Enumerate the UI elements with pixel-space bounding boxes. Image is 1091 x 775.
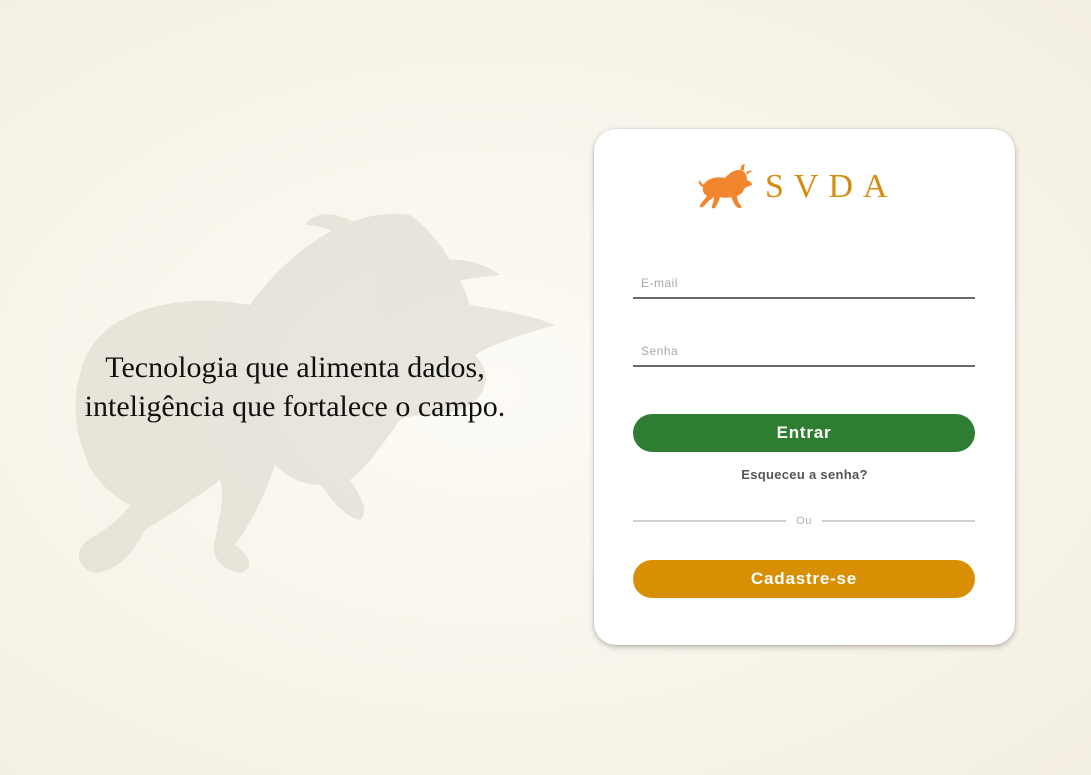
tagline-line-1: Tecnologia que alimenta dados,: [105, 351, 485, 384]
tagline-line-2: inteligência que fortalece o campo.: [84, 390, 506, 423]
divider-label: Ou: [796, 515, 812, 527]
password-field[interactable]: [633, 337, 975, 367]
email-field[interactable]: [633, 269, 975, 299]
tagline: Tecnologia que alimenta dados, inteligên…: [0, 348, 590, 426]
divider-line-left: [633, 520, 787, 522]
signup-button[interactable]: Cadastre-se: [633, 560, 975, 598]
divider-line-right: [821, 520, 975, 522]
forgot-password-link[interactable]: Esqueceu a senha?: [594, 467, 1015, 482]
or-divider: Ou: [633, 514, 975, 528]
login-button[interactable]: Entrar: [633, 414, 975, 452]
brand-logo: SVDA: [697, 163, 898, 211]
brand-name: SVDA: [765, 168, 898, 205]
bull-icon: [698, 164, 752, 209]
login-card: SVDA Entrar Esqueceu a senha? Ou Cadastr…: [594, 129, 1015, 645]
